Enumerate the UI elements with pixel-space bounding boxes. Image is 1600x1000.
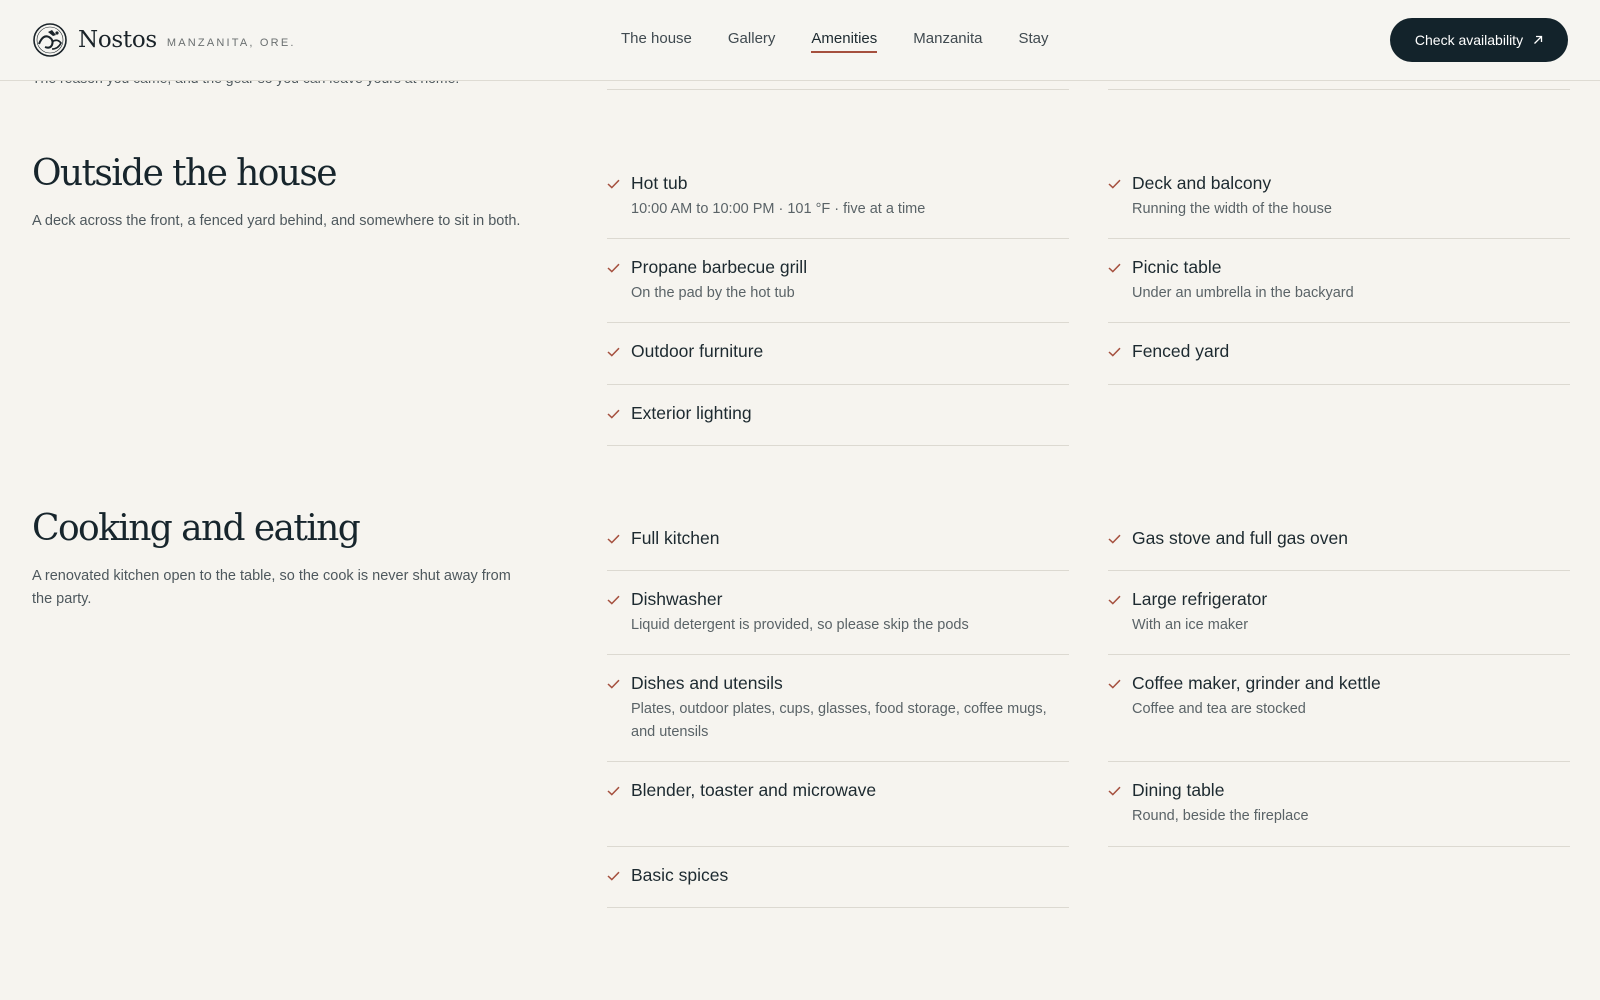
amenity-title: Deck and balcony bbox=[1132, 173, 1272, 193]
amenity-detail: With an ice maker bbox=[1132, 617, 1249, 633]
seal-logo-icon bbox=[33, 23, 67, 57]
amenity-item: Dining table Round, beside the fireplace bbox=[1108, 779, 1570, 847]
amenity-item: Outdoor furniture bbox=[607, 340, 1069, 385]
amenity-item: Dishes and utensils Plates, outdoor plat… bbox=[607, 672, 1069, 762]
check-icon bbox=[1108, 786, 1121, 796]
check-icon bbox=[607, 534, 620, 544]
section-title: Outside the house bbox=[32, 153, 338, 194]
check-icon bbox=[607, 179, 620, 189]
amenity-title: Fenced yard bbox=[1132, 341, 1230, 361]
amenity-title: Large refrigerator bbox=[1132, 589, 1268, 609]
amenity-item: Deck and balcony Running the width of th… bbox=[1108, 172, 1570, 239]
check-availability-button[interactable]: Check availability bbox=[1390, 18, 1568, 62]
nav-link-the-house[interactable]: The house bbox=[621, 30, 692, 53]
amenity-title: Basic spices bbox=[631, 865, 729, 885]
check-icon bbox=[1108, 595, 1121, 605]
site-header: Nostos MANZANITA, ORE. The house Gallery… bbox=[0, 0, 1600, 81]
nav-link-gallery[interactable]: Gallery bbox=[728, 30, 776, 53]
amenity-title: Propane barbecue grill bbox=[631, 257, 808, 277]
amenity-title: Exterior lighting bbox=[631, 403, 752, 423]
amenity-item: Hot tub 10:00 AM to 10:00 PM · 101 °F · … bbox=[607, 172, 1069, 239]
amenity-item: Basic spices bbox=[607, 864, 1069, 908]
amenity-item: Gas stove and full gas oven bbox=[1108, 527, 1570, 571]
check-icon bbox=[607, 871, 620, 881]
amenity-detail: 10:00 AM to 10:00 PM · 101 °F · five at … bbox=[631, 201, 926, 217]
nav-link-amenities[interactable]: Amenities bbox=[811, 30, 878, 53]
check-icon bbox=[607, 595, 620, 605]
section-title: Cooking and eating bbox=[32, 508, 361, 549]
amenity-item: Exterior lighting bbox=[607, 402, 1069, 446]
amenity-item: Dishwasher Liquid detergent is provided,… bbox=[607, 588, 1069, 655]
divider bbox=[1108, 89, 1570, 90]
amenity-item: Coffee maker, grinder and kettle Coffee … bbox=[1108, 672, 1570, 762]
amenity-title: Dishes and utensils bbox=[631, 673, 783, 693]
amenity-title: Gas stove and full gas oven bbox=[1132, 528, 1348, 548]
check-icon bbox=[607, 409, 620, 419]
amenity-item: Full kitchen bbox=[607, 527, 1069, 571]
brand-location: MANZANITA, ORE. bbox=[166, 37, 296, 49]
amenity-detail: Plates, outdoor plates, cups, glasses, f… bbox=[631, 701, 1047, 740]
amenity-item: Propane barbecue grill On the pad by the… bbox=[607, 256, 1069, 323]
amenity-detail: Liquid detergent is provided, so please … bbox=[631, 617, 969, 633]
check-icon bbox=[1108, 347, 1121, 357]
nav-link-stay[interactable]: Stay bbox=[1018, 30, 1048, 53]
amenity-title: Full kitchen bbox=[631, 528, 720, 548]
amenity-title: Hot tub bbox=[631, 173, 688, 193]
amenity-detail: Under an umbrella in the backyard bbox=[1132, 285, 1354, 301]
section-description: A deck across the front, a fenced yard b… bbox=[32, 213, 521, 229]
check-icon bbox=[607, 786, 620, 796]
amenity-detail: On the pad by the hot tub bbox=[631, 285, 795, 301]
check-icon bbox=[607, 263, 620, 273]
check-icon bbox=[1108, 534, 1121, 544]
amenity-detail: Round, beside the fireplace bbox=[1132, 808, 1309, 824]
amenity-title: Coffee maker, grinder and kettle bbox=[1132, 673, 1381, 693]
amenity-title: Outdoor furniture bbox=[631, 341, 764, 361]
brand[interactable]: Nostos MANZANITA, ORE. bbox=[32, 22, 296, 58]
amenity-title: Dining table bbox=[1132, 780, 1225, 800]
check-availability-label: Check availability bbox=[1414, 32, 1524, 48]
main-nav: The house Gallery Amenities Manzanita St… bbox=[621, 30, 1085, 53]
divider bbox=[607, 89, 1069, 90]
check-icon bbox=[607, 347, 620, 357]
check-icon bbox=[1108, 679, 1121, 689]
amenity-title: Dishwasher bbox=[631, 589, 723, 609]
check-icon bbox=[1108, 179, 1121, 189]
amenity-title: Picnic table bbox=[1132, 257, 1222, 277]
brand-name: Nostos bbox=[78, 27, 157, 53]
nav-link-manzanita[interactable]: Manzanita bbox=[913, 30, 982, 53]
amenity-item: Picnic table Under an umbrella in the ba… bbox=[1108, 256, 1570, 323]
amenity-detail: Coffee and tea are stocked bbox=[1132, 701, 1306, 717]
check-icon bbox=[1108, 263, 1121, 273]
amenity-item: Large refrigerator With an ice maker bbox=[1108, 588, 1570, 655]
amenity-detail: Running the width of the house bbox=[1132, 201, 1332, 217]
check-icon bbox=[607, 679, 620, 689]
arrow-up-right-icon bbox=[1534, 35, 1543, 44]
amenity-item: Fenced yard bbox=[1108, 340, 1570, 385]
section-description: A renovated kitchen open to the table, s… bbox=[32, 568, 511, 607]
amenity-title: Blender, toaster and microwave bbox=[631, 780, 877, 800]
amenity-item: Blender, toaster and microwave bbox=[607, 779, 1069, 847]
